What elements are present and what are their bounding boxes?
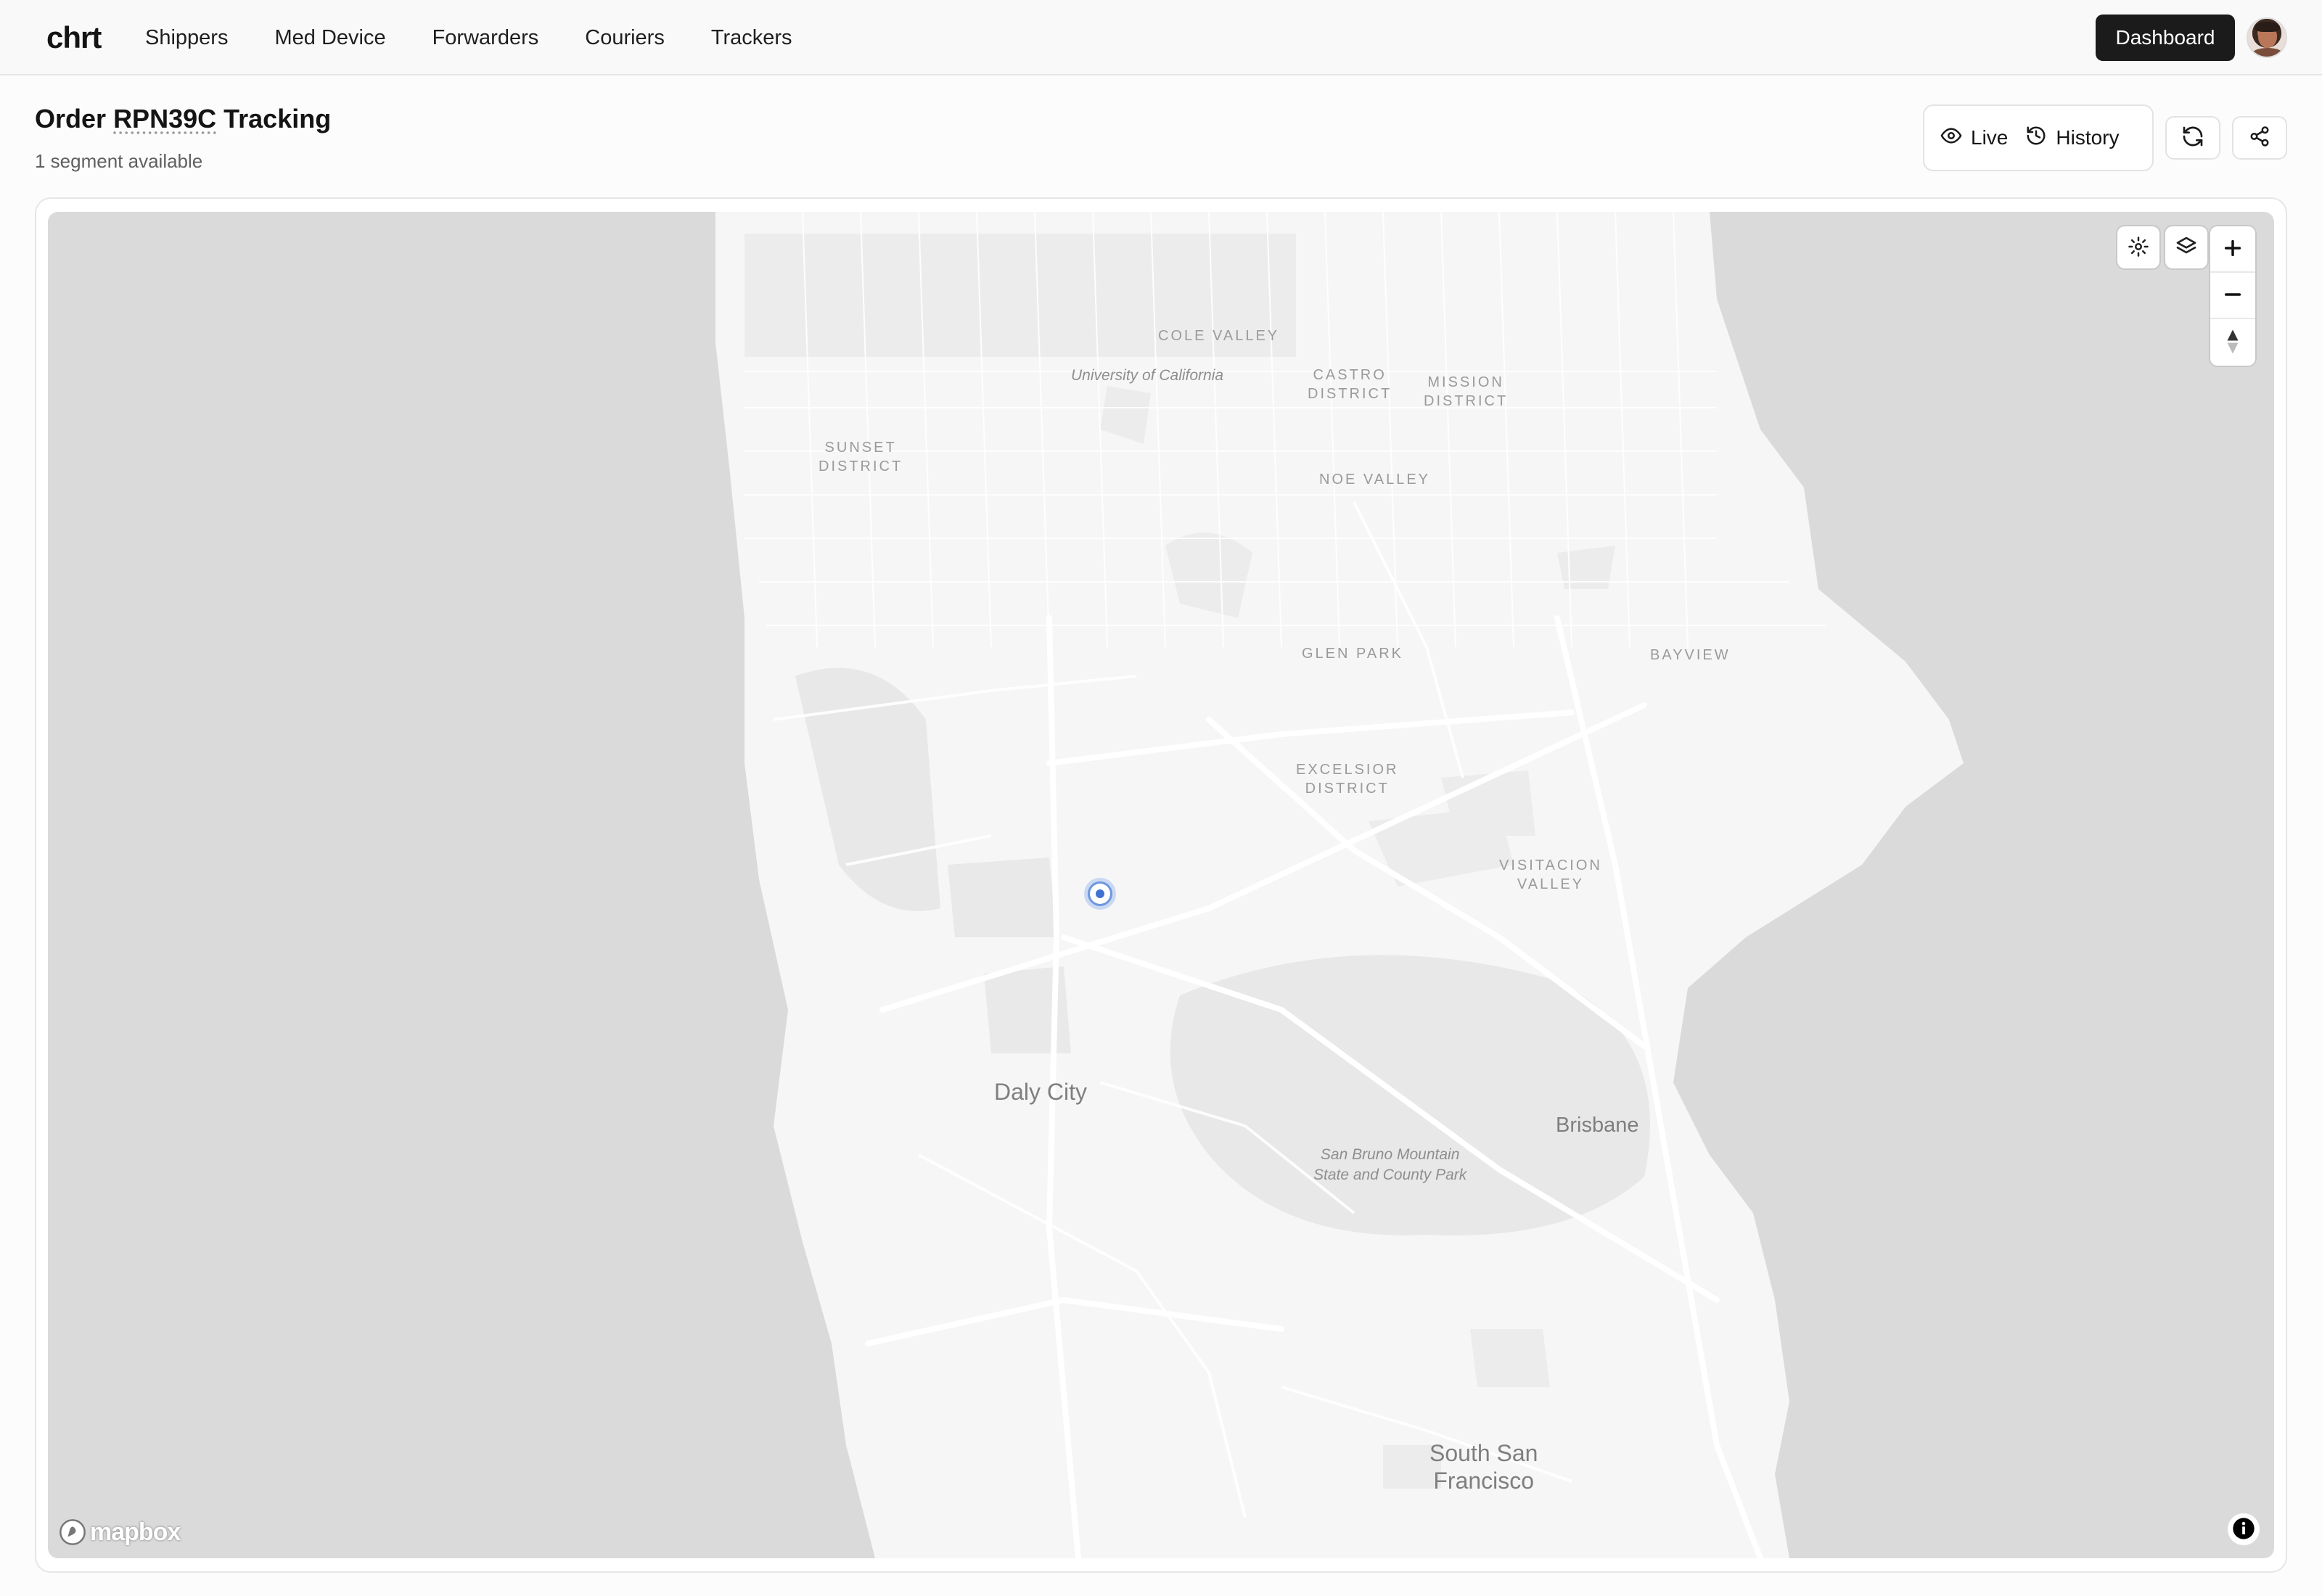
compass-icon [2224, 329, 2241, 357]
map-base-layer [715, 212, 1964, 1558]
label-san-bruno-mountain: San Bruno Mountain State and County Park [1313, 1146, 1467, 1183]
nav-link-shippers[interactable]: Shippers [145, 22, 228, 54]
mapbox-logo-mark [60, 1519, 86, 1545]
label-south-san-francisco: South San Francisco [1429, 1440, 1538, 1494]
map-zoom-controls [2210, 226, 2255, 366]
label-mission-district: MISSION DISTRICT [1424, 374, 1509, 409]
label-excelsior-district: EXCELSIOR DISTRICT [1296, 762, 1399, 797]
title-suffix: Tracking [223, 104, 332, 133]
plus-icon [2223, 238, 2243, 260]
refresh-button[interactable] [2165, 116, 2220, 160]
top-navbar: chrt Shippers Med Device Forwarders Cour… [0, 0, 2322, 75]
map-layers-button[interactable] [2165, 226, 2207, 268]
label-castro-district: CASTRO DISTRICT [1308, 367, 1392, 402]
nav-link-trackers[interactable]: Trackers [711, 22, 792, 54]
label-brisbane: Brisbane [1556, 1114, 1639, 1137]
map-settings-button[interactable] [2117, 226, 2159, 268]
zoom-out-button[interactable] [2210, 273, 2255, 319]
page-title: Order RPN39C Tracking [35, 102, 331, 136]
history-label: History [2056, 126, 2120, 149]
refresh-icon [2181, 125, 2204, 152]
eye-icon [1940, 125, 1962, 152]
live-label: Live [1971, 126, 2009, 149]
history-icon [2025, 125, 2047, 152]
mapbox-logo[interactable]: mapbox [58, 1518, 181, 1547]
nav-link-forwarders[interactable]: Forwarders [432, 22, 539, 54]
nav-link-med-device[interactable]: Med Device [274, 22, 385, 54]
map-info-button[interactable] [2228, 1513, 2260, 1545]
label-cole-valley: COLE VALLEY [1158, 328, 1280, 344]
nav-link-couriers[interactable]: Couriers [585, 22, 665, 54]
user-avatar[interactable] [2247, 17, 2287, 58]
reset-bearing-button[interactable] [2210, 319, 2255, 366]
share-icon [2249, 126, 2270, 151]
segment-count: 1 segment available [35, 150, 203, 172]
label-daly-city: Daly City [994, 1079, 1088, 1105]
label-noe-valley: NOE VALLEY [1319, 472, 1431, 488]
info-icon [2232, 1517, 2255, 1542]
label-sunset-district: SUNSET DISTRICT [819, 440, 903, 474]
zoom-in-button[interactable] [2210, 226, 2255, 273]
label-glen-park: GLEN PARK [1302, 646, 1403, 662]
label-visitacion-valley: VISITACION VALLEY [1499, 857, 1602, 892]
order-id[interactable]: RPN39C [113, 104, 216, 133]
view-toggle-group: Live History [1923, 104, 2154, 171]
mapbox-logo-text: mapbox [90, 1518, 181, 1546]
title-prefix: Order [35, 104, 107, 133]
shipment-location-marker[interactable] [1084, 878, 1116, 910]
live-button[interactable]: Live [1932, 116, 2017, 160]
layers-icon [2175, 235, 2198, 260]
dashboard-button[interactable]: Dashboard [2096, 15, 2235, 61]
tracking-map[interactable]: COLE VALLEY University of California CAS… [48, 212, 2274, 1558]
history-button[interactable]: History [2017, 116, 2128, 160]
brand-logo[interactable]: chrt [46, 17, 102, 58]
label-university-of-california: University of California [1071, 367, 1224, 384]
minus-icon [2223, 284, 2243, 307]
label-bayview: BAYVIEW [1650, 647, 1731, 663]
gear-icon [2128, 236, 2149, 260]
nav-links: Shippers Med Device Forwarders Couriers … [145, 22, 839, 54]
share-button[interactable] [2232, 116, 2287, 160]
